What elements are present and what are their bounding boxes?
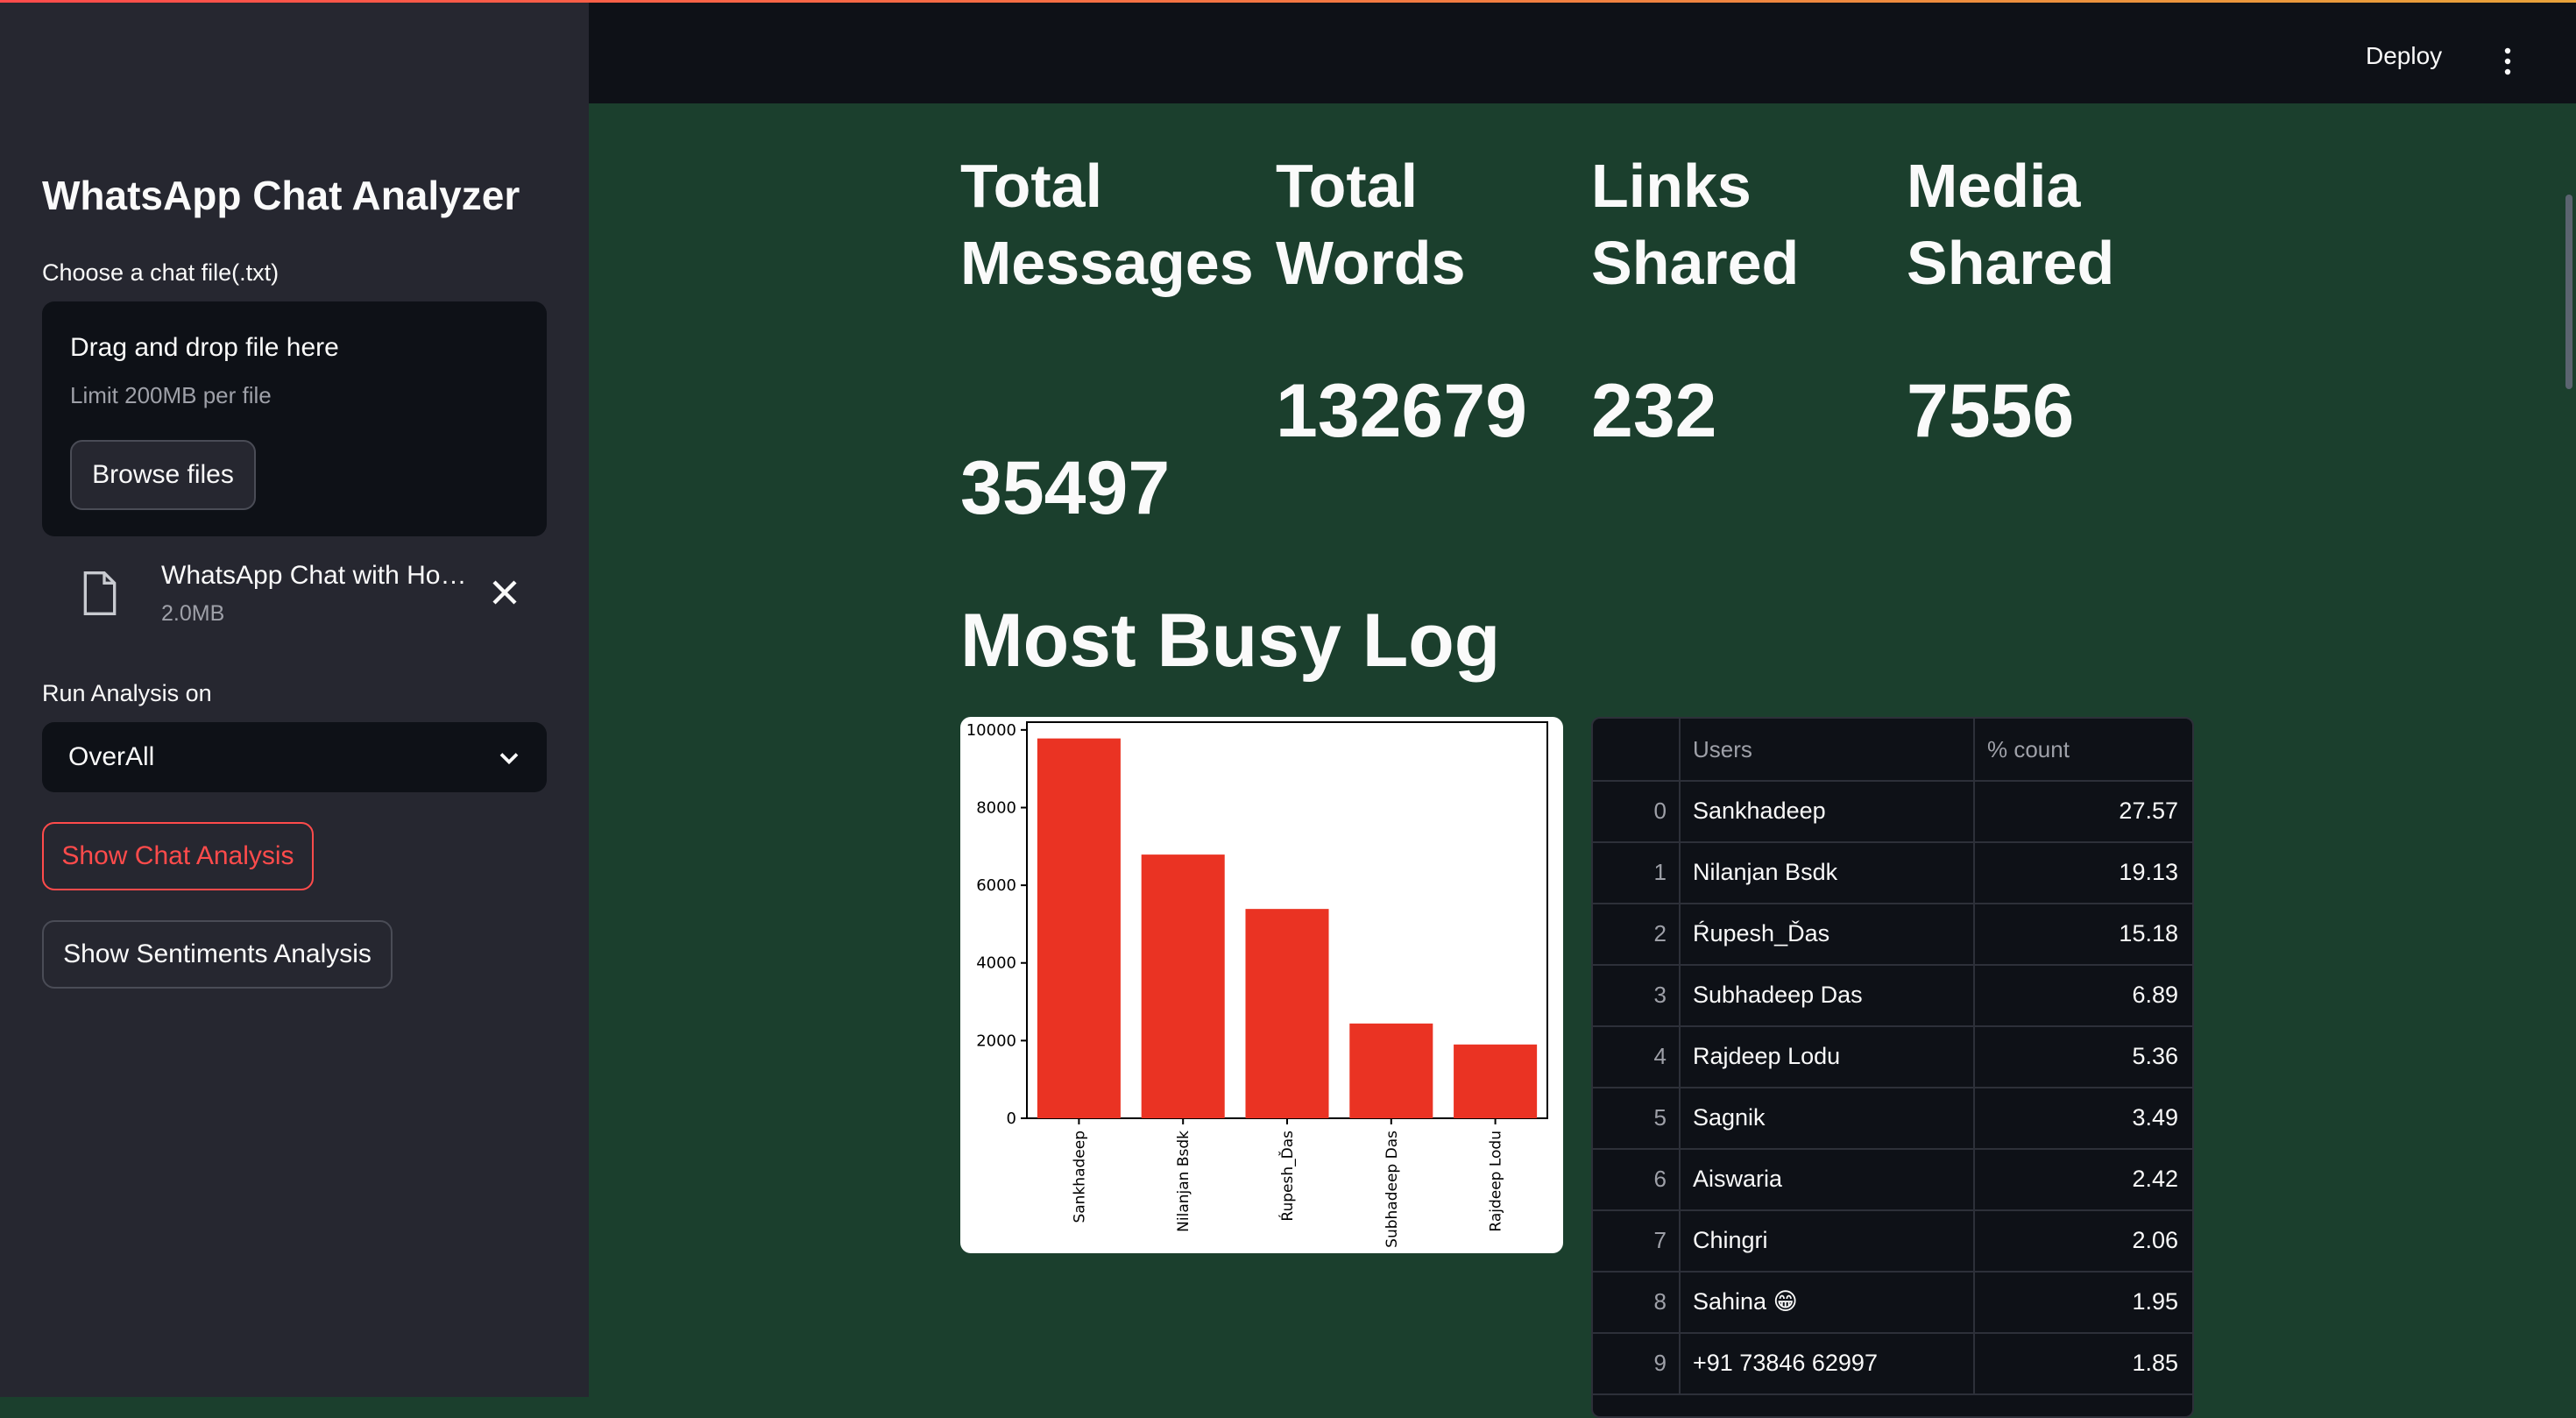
count-cell[interactable]: 3.49 xyxy=(1975,1087,2192,1148)
app-title: WhatsApp Chat Analyzer xyxy=(42,173,520,218)
deploy-button[interactable]: Deploy xyxy=(2366,42,2442,70)
select-label: Run Analysis on xyxy=(42,680,212,706)
count-cell[interactable]: 2.42 xyxy=(1975,1148,2192,1209)
metric-total-words-label: Total Words xyxy=(1276,152,1466,297)
metric-links-shared-value: 232 xyxy=(1591,369,1717,453)
uploaded-file-size: 2.0MB xyxy=(161,601,225,626)
user-cell[interactable]: Chingri xyxy=(1681,1209,1975,1271)
user-cell[interactable]: +91 73846 62997 xyxy=(1681,1332,1975,1393)
table-row[interactable]: 3 Subhadeep Das 6.89 xyxy=(1593,964,2192,1027)
user-cell[interactable]: Aiswaria xyxy=(1681,1148,1975,1209)
row-index: 8 xyxy=(1593,1271,1681,1332)
uploaded-file: WhatsApp Chat with Ho… 2.0MB xyxy=(42,554,547,633)
bar xyxy=(1349,1023,1433,1118)
sidebar: WhatsApp Chat Analyzer Choose a chat fil… xyxy=(0,0,589,1397)
row-index: 2 xyxy=(1593,903,1681,964)
top-accent-line xyxy=(0,0,2576,3)
show-sentiments-analysis-button[interactable]: Show Sentiments Analysis xyxy=(42,920,393,989)
x-tick-label: Nilanjan Bsdk xyxy=(1175,1131,1192,1232)
count-cell[interactable]: 15.18 xyxy=(1975,903,2192,964)
chevron-down-icon xyxy=(499,753,519,765)
app-header xyxy=(589,0,2576,103)
table-row[interactable]: 1 Nilanjan Bsdk 19.13 xyxy=(1593,841,2192,904)
y-tick-label: 6000 xyxy=(976,876,1016,895)
row-index: 9 xyxy=(1593,1332,1681,1393)
count-cell[interactable]: 5.36 xyxy=(1975,1025,2192,1087)
bar xyxy=(1454,1044,1538,1118)
row-index: 5 xyxy=(1593,1087,1681,1148)
bar xyxy=(1141,854,1225,1118)
column-header-count[interactable]: % count xyxy=(1975,719,2192,780)
metric-total-messages-label: Total Messages xyxy=(960,152,1254,297)
x-tick-label: Ŕupesh_Ďas xyxy=(1277,1131,1297,1222)
kebab-menu-icon[interactable] xyxy=(2499,46,2516,77)
y-tick-label: 2000 xyxy=(976,1032,1016,1050)
table-row[interactable]: 5 Sagnik 3.49 xyxy=(1593,1087,2192,1150)
count-cell[interactable]: 27.57 xyxy=(1975,780,2192,841)
x-tick-label: Subhadeep Das xyxy=(1384,1131,1401,1248)
bar xyxy=(1245,909,1329,1118)
count-cell[interactable]: 6.89 xyxy=(1975,964,2192,1025)
select-value: OverAll xyxy=(68,742,155,771)
index-header xyxy=(1593,719,1681,780)
user-cell[interactable]: Sagnik xyxy=(1681,1087,1975,1148)
metric-links-shared-label: Links Shared xyxy=(1591,152,1800,297)
table-row[interactable]: 8 Sahina 😁 1.95 xyxy=(1593,1271,2192,1334)
count-cell[interactable]: 19.13 xyxy=(1975,841,2192,903)
table-row[interactable]: 4 Rajdeep Lodu 5.36 xyxy=(1593,1025,2192,1088)
row-index: 0 xyxy=(1593,780,1681,841)
x-tick-label: Rajdeep Lodu xyxy=(1488,1131,1505,1232)
user-cell[interactable]: Ŕupesh_Ďas xyxy=(1681,903,1975,964)
row-index: 3 xyxy=(1593,964,1681,1025)
column-header-users[interactable]: Users xyxy=(1681,719,1975,780)
row-index: 6 xyxy=(1593,1148,1681,1209)
row-index: 1 xyxy=(1593,841,1681,903)
metric-total-words-value: 132679 xyxy=(1276,369,1527,453)
show-chat-analysis-button[interactable]: Show Chat Analysis xyxy=(42,822,314,890)
bar-chart: 0 2000 4000 6000 8000 10000 Sankhadeep Nilanjan… xyxy=(966,721,1548,1248)
table-header: Users % count xyxy=(1593,719,2192,782)
table-row[interactable]: 9 +91 73846 62997 1.85 xyxy=(1593,1332,2192,1395)
y-tick-label: 0 xyxy=(1007,1110,1016,1128)
dropzone-title: Drag and drop file here xyxy=(70,333,339,362)
user-cell[interactable]: Rajdeep Lodu xyxy=(1681,1025,1975,1087)
y-tick-label: 8000 xyxy=(976,798,1016,817)
count-cell[interactable]: 1.95 xyxy=(1975,1271,2192,1332)
x-tick-label: Sankhadeep xyxy=(1071,1131,1088,1223)
file-uploader-label: Choose a chat file(.txt) xyxy=(42,259,280,286)
user-cell[interactable]: Nilanjan Bsdk xyxy=(1681,841,1975,903)
y-tick-label: 10000 xyxy=(966,721,1016,740)
count-cell[interactable]: 2.06 xyxy=(1975,1209,2192,1271)
metric-media-shared-value: 7556 xyxy=(1907,369,2075,453)
scrollbar[interactable] xyxy=(2565,195,2572,389)
close-icon[interactable] xyxy=(487,575,522,610)
metric-total-messages-value: 35497 xyxy=(960,446,1171,530)
table-row[interactable]: 6 Aiswaria 2.42 xyxy=(1593,1148,2192,1211)
y-tick-label: 4000 xyxy=(976,954,1016,973)
browse-files-button[interactable]: Browse files xyxy=(70,440,256,510)
count-cell[interactable]: 1.85 xyxy=(1975,1332,2192,1393)
users-table[interactable]: Users % count 0 Sankhadeep 27.57 1 Nilanjan … xyxy=(1591,717,2194,1418)
user-cell[interactable]: Sahina 😁 xyxy=(1681,1271,1975,1332)
file-icon xyxy=(83,571,117,615)
busy-users-chart: 0 2000 4000 6000 8000 10000 Sankhadeep Nilanjan… xyxy=(960,717,1563,1253)
table-row[interactable]: 2 Ŕupesh_Ďas 15.18 xyxy=(1593,903,2192,966)
uploaded-file-name: WhatsApp Chat with Ho… xyxy=(161,561,467,590)
row-index: 7 xyxy=(1593,1209,1681,1271)
user-cell[interactable]: Sankhadeep xyxy=(1681,780,1975,841)
dropzone-limit: Limit 200MB per file xyxy=(70,382,272,408)
bar xyxy=(1037,738,1121,1118)
section-title: Most Busy Log xyxy=(960,599,1501,683)
table-row[interactable]: 7 Chingri 2.06 xyxy=(1593,1209,2192,1273)
table-row[interactable]: 0 Sankhadeep 27.57 xyxy=(1593,780,2192,843)
file-dropzone[interactable]: Drag and drop file here Limit 200MB per … xyxy=(42,301,547,536)
user-cell[interactable]: Subhadeep Das xyxy=(1681,964,1975,1025)
analysis-select[interactable]: OverAll xyxy=(42,722,547,792)
row-index: 4 xyxy=(1593,1025,1681,1087)
metric-media-shared-label: Media Shared xyxy=(1907,152,2115,297)
